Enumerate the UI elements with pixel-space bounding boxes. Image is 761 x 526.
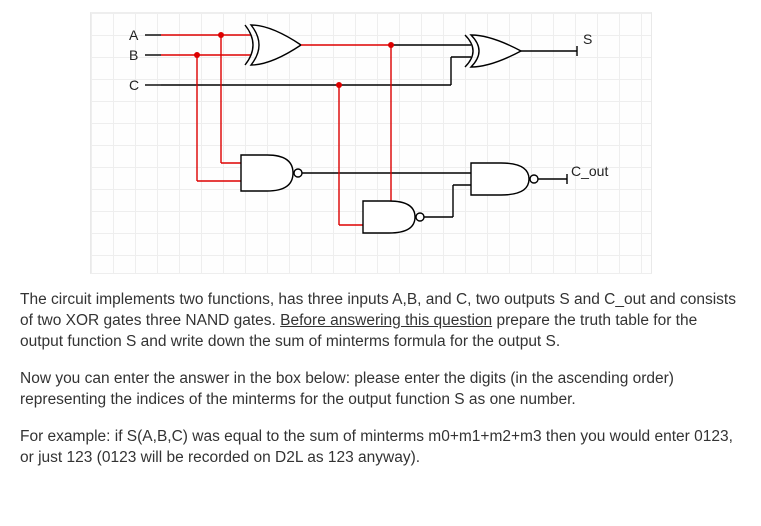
output-label-s: S	[583, 31, 592, 47]
nand-gate-1	[241, 155, 302, 191]
output-label-cout: C_out	[571, 163, 608, 179]
circuit-diagram: A B C S C_out	[90, 12, 652, 274]
question-paragraph-1: The circuit implements two functions, ha…	[20, 290, 741, 353]
circuit-svg	[91, 13, 651, 273]
input-label-c: C	[129, 77, 139, 93]
xor-gate-2	[465, 35, 521, 67]
xor-gate-1	[245, 25, 301, 65]
input-label-a: A	[129, 27, 138, 43]
nand-gate-2	[363, 201, 424, 233]
input-label-b: B	[129, 47, 138, 63]
p1-underlined: Before answering this question	[280, 312, 492, 329]
question-paragraph-3: For example: if S(A,B,C) was equal to th…	[20, 427, 741, 469]
question-paragraph-2: Now you can enter the answer in the box …	[20, 369, 741, 411]
nand-gate-3	[471, 163, 538, 195]
